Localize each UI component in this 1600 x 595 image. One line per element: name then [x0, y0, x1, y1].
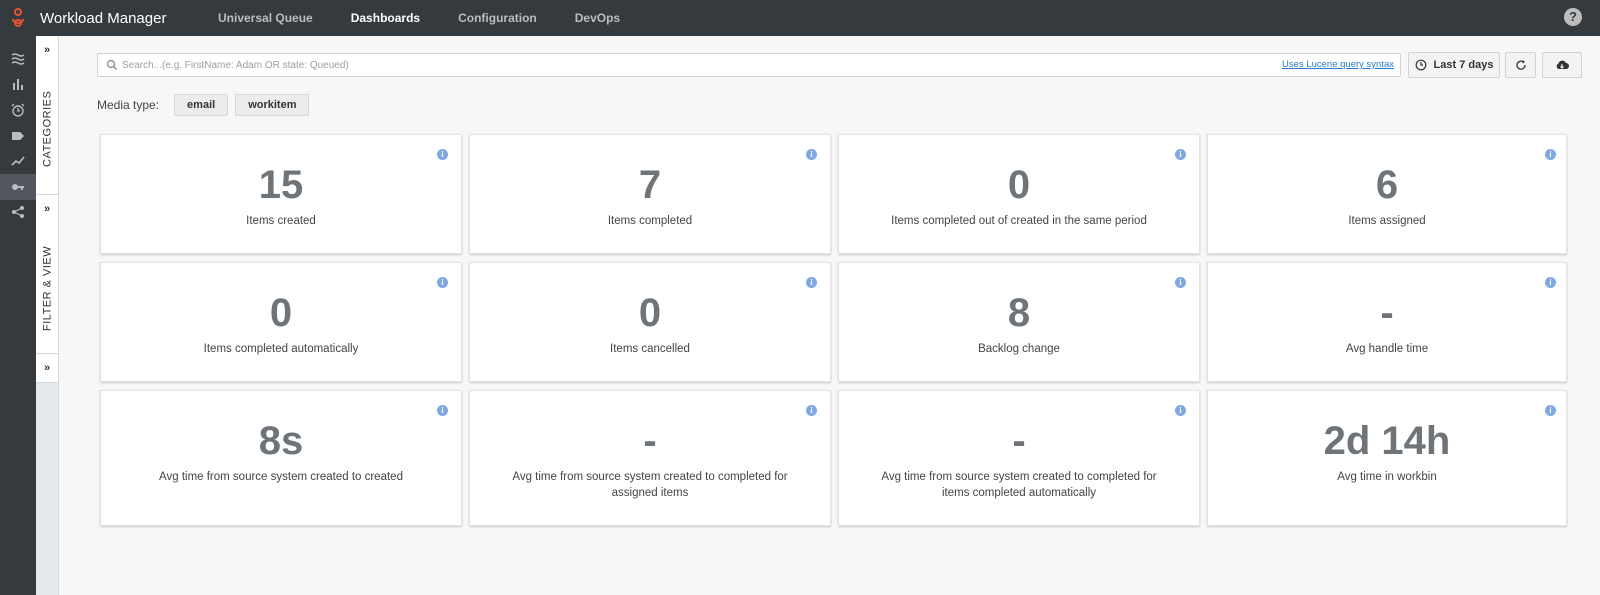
nav-universal-queue[interactable]: Universal Queue [199, 0, 332, 36]
kpi-card-avg-source-to-completed-assigned[interactable]: i - Avg time from source system created … [469, 390, 831, 526]
kpi-card-avg-source-to-completed-auto[interactable]: i - Avg time from source system created … [838, 390, 1200, 526]
info-icon[interactable]: i [1175, 405, 1186, 416]
kpi-label: Avg time in workbin [1337, 471, 1437, 483]
search-input[interactable] [122, 57, 1242, 73]
app-title: Workload Manager [40, 9, 167, 27]
kpi-card-completed-automatically[interactable]: i 0 Items completed automatically [100, 262, 462, 382]
cloud-download-icon [1556, 60, 1569, 69]
expand-filter-view-icon[interactable]: » [36, 195, 58, 223]
kpi-value: 6 [1375, 163, 1399, 207]
side-panel: » CATEGORIES » FILTER & VIEW » [36, 36, 59, 595]
info-icon[interactable]: i [1175, 277, 1186, 288]
kpi-value: 7 [638, 163, 662, 207]
export-button[interactable] [1542, 52, 1582, 78]
tag-icon[interactable] [0, 123, 36, 149]
date-range-button[interactable]: Last 7 days [1408, 52, 1500, 78]
genesys-logo-icon[interactable] [0, 0, 36, 36]
kpi-card-items-completed[interactable]: i 7 Items completed [469, 134, 831, 254]
kpi-value: - [1380, 291, 1394, 335]
date-range-label: Last 7 days [1433, 59, 1494, 71]
media-chip-email[interactable]: email [174, 94, 229, 116]
kpi-value: - [1012, 419, 1026, 463]
help-icon[interactable]: ? [1564, 8, 1582, 26]
kpi-label: Avg time from source system created to c… [881, 471, 1157, 499]
kpi-value: 8s [258, 419, 304, 463]
trend-line-icon[interactable] [0, 148, 36, 174]
kpi-label: Items completed automatically [203, 343, 359, 355]
info-icon[interactable]: i [806, 405, 817, 416]
clock-icon [1415, 59, 1426, 71]
top-bar: Workload Manager Universal Queue Dashboa… [0, 0, 1600, 36]
kpi-value: 2d 14h [1323, 419, 1451, 463]
categories-section[interactable]: » CATEGORIES [36, 36, 58, 195]
info-icon[interactable]: i [1175, 149, 1186, 160]
kpi-value: 15 [258, 163, 304, 207]
kpi-card-items-assigned[interactable]: i 6 Items assigned [1207, 134, 1567, 254]
alarm-clock-icon[interactable] [0, 97, 36, 123]
kpi-label: Items completed out of created in the sa… [891, 215, 1147, 227]
nav-configuration[interactable]: Configuration [439, 0, 556, 36]
main-content: Uses Lucene query syntax Last 7 days Med… [60, 36, 1600, 595]
categories-tab[interactable]: CATEGORIES [36, 64, 59, 194]
kpi-label: Backlog change [978, 343, 1060, 355]
key-icon[interactable] [0, 173, 36, 200]
kpi-value: - [643, 419, 657, 463]
kpi-card-backlog-change[interactable]: i 8 Backlog change [838, 262, 1200, 382]
info-icon[interactable]: i [1545, 149, 1556, 160]
kpi-card-items-created[interactable]: i 15 Items created [100, 134, 462, 254]
kpi-label: Items completed [607, 215, 693, 227]
kpi-value: 0 [269, 291, 293, 335]
media-type-filter: Media type: email workitem [97, 94, 316, 116]
filter-view-tab[interactable]: FILTER & VIEW [36, 223, 59, 353]
kpi-card-avg-time-in-workbin[interactable]: i 2d 14h Avg time in workbin [1207, 390, 1567, 526]
extra-section[interactable]: » [36, 354, 58, 383]
kpi-card-avg-source-to-created[interactable]: i 8s Avg time from source system created… [100, 390, 462, 526]
main-nav: Universal Queue Dashboards Configuration… [199, 0, 639, 36]
kpi-label: Items created [246, 215, 316, 227]
kpi-label: Avg time from source system created to c… [159, 471, 403, 483]
kpi-label: Avg handle time [1345, 343, 1429, 355]
media-chip-workitem[interactable]: workitem [235, 94, 310, 116]
kpi-label: Items cancelled [610, 343, 690, 355]
share-icon[interactable] [0, 200, 36, 226]
nav-devops[interactable]: DevOps [556, 0, 639, 36]
kpi-value: 0 [1007, 163, 1031, 207]
kpi-value: 8 [1007, 291, 1031, 335]
expand-panel-icon[interactable]: » [36, 354, 58, 382]
kpi-card-completed-out-of-created[interactable]: i 0 Items completed out of created in th… [838, 134, 1200, 254]
info-icon[interactable]: i [437, 405, 448, 416]
nav-dashboards[interactable]: Dashboards [332, 0, 439, 36]
search-icon [106, 59, 117, 70]
search-bar[interactable]: Uses Lucene query syntax [97, 53, 1401, 77]
info-icon[interactable]: i [437, 149, 448, 160]
refresh-button[interactable] [1505, 52, 1536, 78]
info-icon[interactable]: i [1545, 405, 1556, 416]
refresh-icon [1515, 60, 1526, 70]
kpi-label: Avg time from source system created to c… [512, 471, 788, 499]
kpi-label: Items assigned [1348, 215, 1426, 227]
kpi-value: 0 [638, 291, 662, 335]
info-icon[interactable]: i [806, 149, 817, 160]
info-icon[interactable]: i [437, 277, 448, 288]
left-rail [0, 36, 36, 595]
info-icon[interactable]: i [1545, 277, 1556, 288]
filter-view-section[interactable]: » FILTER & VIEW [36, 195, 58, 354]
kpi-card-items-cancelled[interactable]: i 0 Items cancelled [469, 262, 831, 382]
info-icon[interactable]: i [806, 277, 817, 288]
bar-chart-icon[interactable] [0, 72, 36, 98]
expand-categories-icon[interactable]: » [36, 36, 58, 64]
media-type-label: Media type: [97, 98, 160, 112]
lucene-syntax-link[interactable]: Uses Lucene query syntax [1282, 59, 1394, 70]
kpi-card-avg-handle-time[interactable]: i - Avg handle time [1207, 262, 1567, 382]
queues-icon[interactable] [0, 46, 36, 72]
